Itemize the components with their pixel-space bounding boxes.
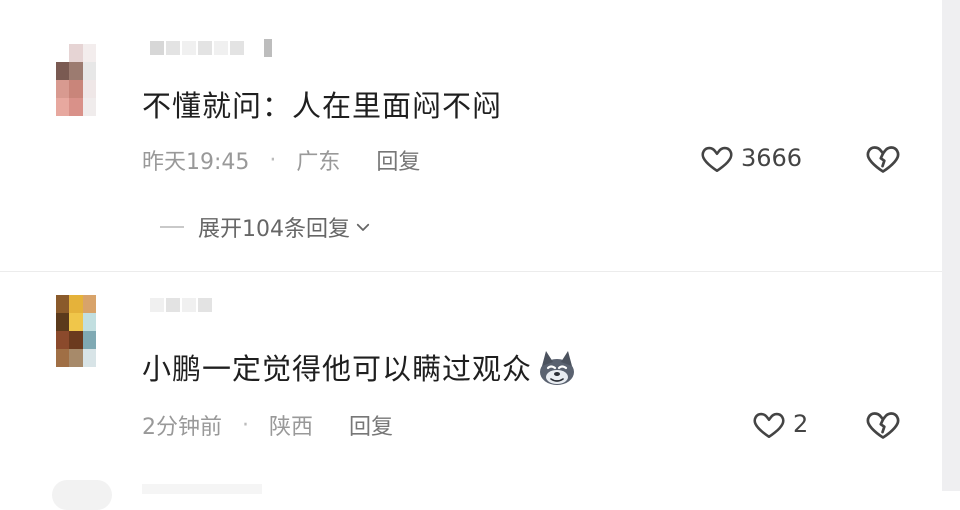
avatar-pixel xyxy=(56,98,70,116)
broken-heart-icon xyxy=(866,412,900,439)
avatar-pixel xyxy=(56,349,70,367)
avatar-pixel xyxy=(56,44,70,62)
avatar-pixel xyxy=(69,62,83,80)
avatar-pixel xyxy=(56,80,70,98)
avatar-pixel xyxy=(82,295,96,313)
reply-button[interactable]: 回复 xyxy=(349,409,393,441)
expand-replies[interactable]: 展开104条回复 xyxy=(160,211,372,243)
username-blurred[interactable] xyxy=(150,297,212,313)
scroll-gutter xyxy=(942,0,960,491)
avatar-pixel xyxy=(82,98,96,116)
avatar-pixel xyxy=(56,295,70,313)
avatar-pixel xyxy=(69,331,83,349)
comment-text: 小鹏一定觉得他可以瞒过观众 xyxy=(142,346,578,395)
like-button[interactable]: 2 xyxy=(751,407,808,441)
comment-time: 昨天19:45 xyxy=(142,150,250,175)
avatar-pixel xyxy=(82,80,96,98)
avatar-pixel xyxy=(69,98,83,116)
wolf-emoji-icon xyxy=(536,348,578,395)
comment-divider xyxy=(0,271,942,272)
expand-replies-label: 展开104条回复 xyxy=(198,217,350,242)
dislike-button[interactable] xyxy=(864,140,902,180)
chevron-down-icon xyxy=(356,223,370,231)
username-blurred[interactable] xyxy=(150,39,272,57)
avatar-pixel xyxy=(69,349,83,367)
comment-meta: 2分钟前 · 陕西 回复 xyxy=(142,409,393,441)
avatar-pixel xyxy=(69,44,83,62)
comment-time: 2分钟前 xyxy=(142,415,222,440)
comment-location: 广东 xyxy=(296,150,341,175)
avatar[interactable] xyxy=(56,44,96,116)
heart-outline-icon xyxy=(753,412,785,439)
next-avatar-peek xyxy=(52,480,112,510)
avatar-pixel xyxy=(56,62,70,80)
comment-text: 不懂就问：人在里面闷不闷 xyxy=(142,89,503,123)
like-count: 3666 xyxy=(741,144,803,172)
meta-separator: · xyxy=(242,412,249,438)
avatar-pixel xyxy=(56,313,70,331)
avatar-pixel xyxy=(69,80,83,98)
comment-location: 陕西 xyxy=(269,415,314,440)
avatar-pixel xyxy=(82,349,96,367)
comment-meta: 昨天19:45 · 广东 回复 xyxy=(142,144,420,176)
expand-line xyxy=(160,226,184,228)
avatar-pixel xyxy=(69,295,83,313)
comment-section: 不懂就问：人在里面闷不闷 昨天19:45 · 广东 回复 3666 展开104条… xyxy=(0,0,960,510)
heart-outline-icon xyxy=(701,146,733,173)
reply-button[interactable]: 回复 xyxy=(376,144,420,176)
dislike-button[interactable] xyxy=(864,406,902,446)
like-count: 2 xyxy=(793,410,809,438)
like-button[interactable]: 3666 xyxy=(699,141,802,175)
avatar-pixel xyxy=(82,44,96,62)
broken-heart-icon xyxy=(866,146,900,173)
next-username-peek xyxy=(142,484,262,494)
comment-text-body: 小鹏一定觉得他可以瞒过观众 xyxy=(142,352,533,386)
avatar[interactable] xyxy=(56,295,96,367)
avatar-pixel xyxy=(82,331,96,349)
avatar-pixel xyxy=(56,331,70,349)
avatar-pixel xyxy=(69,313,83,331)
avatar-pixel xyxy=(82,62,96,80)
avatar-pixel xyxy=(82,313,96,331)
meta-separator: · xyxy=(269,147,277,173)
